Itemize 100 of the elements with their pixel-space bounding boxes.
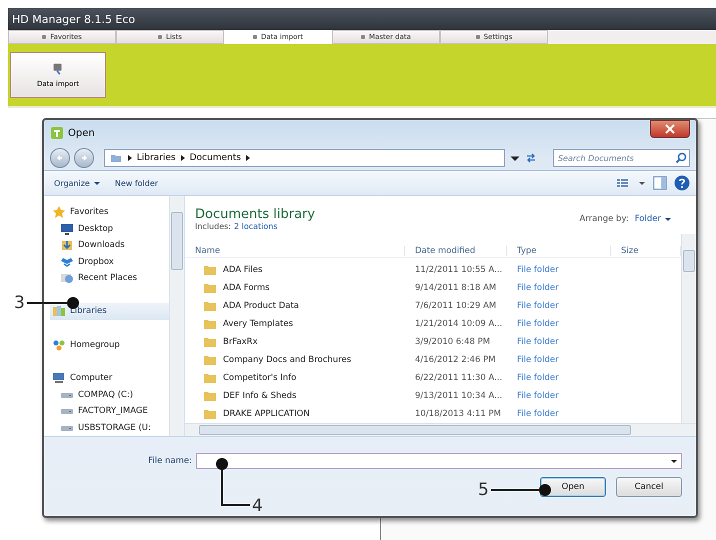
type-cell-text: File folder: [516, 265, 560, 275]
file-name-cell: DRAKE APPLICATION: [185, 407, 405, 421]
toolbar-button[interactable]: Organize: [54, 178, 101, 188]
leader-line: [490, 484, 551, 496]
toolbar-button[interactable]: New folder: [114, 178, 158, 188]
library-title: Documents library: [195, 207, 316, 222]
help-icon[interactable]: [674, 175, 690, 191]
breadcrumb-item[interactable]: Documents: [190, 153, 241, 163]
monitor-icon: [60, 222, 74, 236]
column-header[interactable]: Date modified: [405, 246, 507, 256]
folder-icon: [203, 371, 217, 385]
date-cell-text: 10/18/2013 4:11 PM: [414, 409, 502, 419]
caret-icon[interactable]: [664, 215, 672, 223]
nav-item[interactable]: Favorites: [50, 204, 169, 220]
type-cell-text: File folder: [516, 373, 560, 383]
clock-icon: [60, 271, 74, 286]
search-field[interactable]: Search Documents: [552, 149, 690, 167]
nav-item[interactable]: Dropbox: [50, 253, 169, 270]
folder-icon: [203, 263, 217, 277]
nav-item[interactable]: Libraries: [50, 303, 169, 320]
close-button[interactable]: [650, 120, 690, 138]
nav-item[interactable]: Homegroup: [50, 336, 169, 354]
tab-icon: [361, 35, 366, 39]
dialog-title: Open: [68, 128, 95, 138]
breadcrumb-arrow-icon[interactable]: [126, 154, 133, 162]
type-cell-text: File folder: [516, 355, 560, 365]
close-icon[interactable]: [664, 124, 676, 134]
nav-item[interactable]: Desktop: [50, 220, 169, 237]
date-cell-text: 1/21/2014 10:09 A...: [414, 319, 504, 329]
type-cell-text: File folder: [516, 337, 560, 347]
date-cell-text: 6/22/2011 11:30 A...: [414, 373, 504, 383]
file-name-cell: Company Docs and Brochures: [185, 353, 405, 367]
arrange-dropdown[interactable]: Folder: [634, 214, 672, 224]
folder-icon: [203, 335, 217, 349]
folder-icon: [203, 407, 217, 421]
nav-item[interactable]: Computer: [50, 370, 169, 387]
nav-label: USBSTORAGE (U:: [78, 422, 151, 433]
nav-label: Favorites: [70, 207, 108, 218]
type-cell-text: File folder: [516, 283, 560, 293]
nav-label: Downloads: [78, 240, 125, 250]
file-name-cell: Competitor's Info: [185, 371, 405, 385]
date-cell-text: 9/13/2011 10:34 A...: [414, 391, 504, 401]
download-icon: [60, 238, 74, 252]
tab-icon: [476, 35, 480, 39]
refresh-icon[interactable]: [524, 152, 537, 164]
file-name-field[interactable]: [196, 453, 682, 469]
column-header[interactable]: Type: [507, 246, 611, 256]
type-cell-text: File folder: [516, 391, 560, 401]
date-cell-text: 7/6/2011 10:29 AM: [414, 301, 498, 311]
file-name-cell: Avery Templates: [185, 317, 405, 331]
scrollbar[interactable]: [169, 196, 184, 436]
column-header[interactable]: Name: [185, 246, 405, 256]
file-name-cell: ADA Product Data: [185, 299, 405, 313]
dialog-button[interactable]: Open: [540, 477, 606, 497]
includes-label: Includes:: [195, 222, 231, 231]
breadcrumb-arrow-icon[interactable]: [244, 154, 251, 162]
folder-icon: [203, 317, 217, 331]
tab-icon: [158, 35, 162, 39]
app-title: HD Manager 8.1.5 Eco: [11, 12, 136, 26]
dropdown-arrow-icon[interactable]: [670, 457, 678, 465]
nav-label: FACTORY_IMAGE: [78, 406, 148, 416]
nav-item[interactable]: Recent Places: [50, 270, 169, 286]
callout-number: 3: [14, 293, 25, 313]
date-cell-text: 3/9/2010 6:48 PM: [414, 337, 492, 347]
folder-icon: [203, 281, 217, 295]
back-button[interactable]: [50, 148, 70, 168]
dialog-button[interactable]: Cancel: [616, 477, 682, 497]
preview-pane-icon[interactable]: [652, 175, 668, 191]
nav-label: Dropbox: [78, 256, 114, 267]
scrollbar[interactable]: [681, 234, 696, 423]
caret-icon[interactable]: [638, 179, 646, 187]
file-name-cell: ADA Files: [185, 263, 405, 277]
type-cell-text: File folder: [516, 301, 560, 311]
nav-item[interactable]: FACTORY_IMAGE: [50, 403, 169, 420]
folder-icon: [203, 389, 217, 403]
library-icon: [52, 304, 66, 318]
people-icon: [52, 338, 66, 352]
nav-label: Libraries: [70, 306, 107, 316]
date-cell-text: 9/14/2011 8:18 AM: [414, 283, 498, 293]
nav-item[interactable]: USBSTORAGE (U:: [50, 420, 169, 436]
nav-label: Desktop: [78, 224, 114, 234]
leader-line: [216, 458, 250, 506]
forward-button[interactable]: [74, 148, 94, 168]
address-bar[interactable]: Libraries Documents: [104, 149, 505, 167]
folder-icon: [203, 353, 217, 367]
nav-label: Recent Places: [78, 273, 138, 284]
horizontal-scrollbar[interactable]: [185, 423, 696, 436]
nav-item[interactable]: Downloads: [50, 236, 169, 254]
folder-icon: [203, 299, 217, 313]
computer-icon: [52, 371, 66, 386]
date-cell-text: 4/16/2012 2:46 PM: [414, 355, 497, 365]
breadcrumb-item[interactable]: Libraries: [136, 153, 176, 163]
file-name-label: File name:: [147, 456, 192, 466]
caret-icon[interactable]: [92, 179, 101, 187]
locations-link[interactable]: 2 locations: [234, 222, 278, 231]
nav-label: Computer: [70, 373, 112, 384]
nav-item[interactable]: COMPAQ (C:): [50, 386, 169, 404]
breadcrumb-arrow-icon[interactable]: [180, 154, 186, 162]
search-icon[interactable]: [675, 152, 687, 164]
app-icon: [50, 126, 64, 140]
